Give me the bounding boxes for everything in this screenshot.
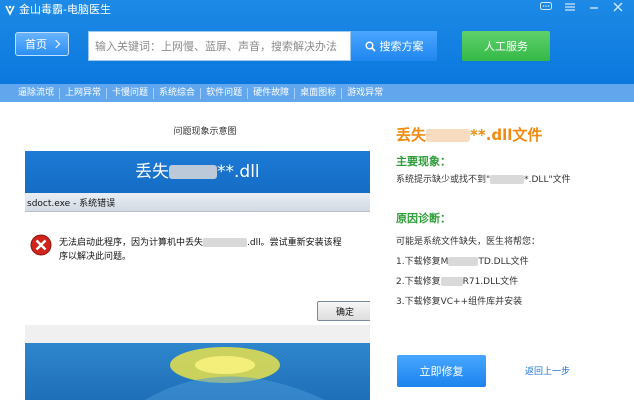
diagnosis-heading: 原因诊断： xyxy=(396,212,451,225)
error-message: 无法启动此程序，因为计算机中丢失 .dll。尝试重新安装该程 序以解决此问题。 xyxy=(59,236,359,264)
fix-step-1: 1.下载修复M TD.DLL文件 xyxy=(396,254,529,267)
fix-step-2-prefix: 2.下载修复 xyxy=(396,277,441,287)
search-icon xyxy=(365,41,376,52)
redacted-blur xyxy=(448,257,479,266)
minimize-icon[interactable] xyxy=(584,0,604,14)
redacted-blur xyxy=(169,165,217,179)
app-logo-icon xyxy=(5,5,15,16)
symptom-text: 系统提示缺少或找不到" *.DLL"文件 xyxy=(396,172,571,185)
fix-step-1-prefix: 1.下载修复M xyxy=(396,257,449,267)
redacted-blur xyxy=(440,277,463,286)
app-title: 金山毒霸-电脑医生 xyxy=(19,3,111,16)
human-service-label: 人工服务 xyxy=(484,40,528,53)
error-line-2: 序以解决此问题。 xyxy=(59,252,132,262)
diagnosis-text: 可能是系统文件缺失，医生将帮您： xyxy=(396,237,541,247)
nav-item-software[interactable]: 软件问题 xyxy=(200,87,247,99)
image-caption: 问题现象示意图 xyxy=(173,127,237,137)
nav-item-desktop[interactable]: 桌面图标 xyxy=(294,87,341,99)
error-icon xyxy=(30,234,52,256)
nav-item-game[interactable]: 游戏异常 xyxy=(341,87,388,99)
fix-step-3: 3.下载修复VC++组件库并安装 xyxy=(396,297,523,307)
redacted-blur xyxy=(490,175,525,184)
symptom-text-suffix: *.DLL"文件 xyxy=(524,175,571,185)
error-line-1-prefix: 无法启动此程序，因为计算机中丢失 xyxy=(59,238,204,248)
ok-button: 确定 xyxy=(317,301,370,321)
fix-now-button[interactable]: 立即修复 xyxy=(397,355,486,387)
example-screenshot: 丢失 **.dll sdoct.exe - 系统错误 无法启动此程序，因为计算机中… xyxy=(25,151,370,400)
home-button[interactable]: 首页 xyxy=(15,32,69,56)
problem-title: 丢失 **.dll文件 xyxy=(396,124,542,145)
search-button[interactable]: 搜索方案 xyxy=(351,31,437,61)
fix-step-1-suffix: TD.DLL文件 xyxy=(478,257,529,267)
nav-item-malware[interactable]: 逼除流氓 xyxy=(0,88,59,99)
human-service-button[interactable]: 人工服务 xyxy=(462,31,550,61)
search-input[interactable] xyxy=(89,32,350,60)
fix-now-label: 立即修复 xyxy=(419,365,464,378)
problem-title-prefix: 丢失 xyxy=(396,126,427,144)
search-button-label: 搜索方案 xyxy=(379,40,424,53)
nav-item-slow[interactable]: 卡慢问题 xyxy=(106,87,153,99)
window-controls xyxy=(532,0,628,18)
home-button-label: 首页 xyxy=(25,38,47,51)
desktop-background xyxy=(25,343,370,400)
back-link[interactable]: 返回上一步 xyxy=(525,364,570,377)
symptom-text-prefix: 系统提示缺少或找不到" xyxy=(396,175,491,185)
error-line-1: 无法启动此程序，因为计算机中丢失 .dll。尝试重新安装该程 xyxy=(59,236,359,250)
menu-icon[interactable] xyxy=(560,0,580,14)
screenshot-header: 丢失 **.dll xyxy=(25,151,370,193)
close-icon[interactable] xyxy=(608,0,628,14)
problem-title-suffix: **.dll文件 xyxy=(470,126,543,144)
title-bar: 金山毒霸-电脑医生 xyxy=(4,2,111,18)
header: 金山毒霸-电脑医生 首页 输入关键词：上网慢、蓝屏、声音，搜索解决办法 搜索方案… xyxy=(0,0,634,84)
symptom-heading: 主要现象： xyxy=(396,155,451,168)
app-window: 金山毒霸-电脑医生 首页 输入关键词：上网慢、蓝屏、声音，搜索解决办法 搜索方案… xyxy=(0,0,634,410)
error-dialog: sdoct.exe - 系统错误 无法启动此程序，因为计算机中丢失 .dll。尝试… xyxy=(25,193,370,343)
chat-icon[interactable] xyxy=(536,0,556,14)
fix-step-2: 2.下载修复 R71.DLL文件 xyxy=(396,274,518,287)
error-line-1-suffix: .dll。尝试重新安装该程 xyxy=(247,238,342,248)
fix-step-2-suffix: R71.DLL文件 xyxy=(462,277,519,287)
nav-item-system[interactable]: 系统综合 xyxy=(153,87,200,99)
nav-item-network[interactable]: 上网异常 xyxy=(59,87,106,99)
redacted-blur xyxy=(203,238,248,247)
dialog-title: sdoct.exe - 系统错误 xyxy=(27,199,116,209)
redacted-blur xyxy=(426,129,471,142)
screenshot-title-prefix: 丢失 xyxy=(135,162,169,182)
screenshot-title-suffix: **.dll xyxy=(217,162,260,182)
category-nav: 逼除流氓 上网异常 卡慢问题 系统综合 软件问题 硬件故障 桌面图标 游戏异常 xyxy=(0,84,634,102)
desktop-art xyxy=(145,347,325,400)
chevron-right-icon xyxy=(51,39,61,49)
nav-item-hardware[interactable]: 硬件故障 xyxy=(247,87,294,99)
search-box xyxy=(88,31,351,61)
screenshot-title: 丢失 **.dll xyxy=(135,157,260,182)
dialog-title-bar: sdoct.exe - 系统错误 xyxy=(25,193,370,212)
